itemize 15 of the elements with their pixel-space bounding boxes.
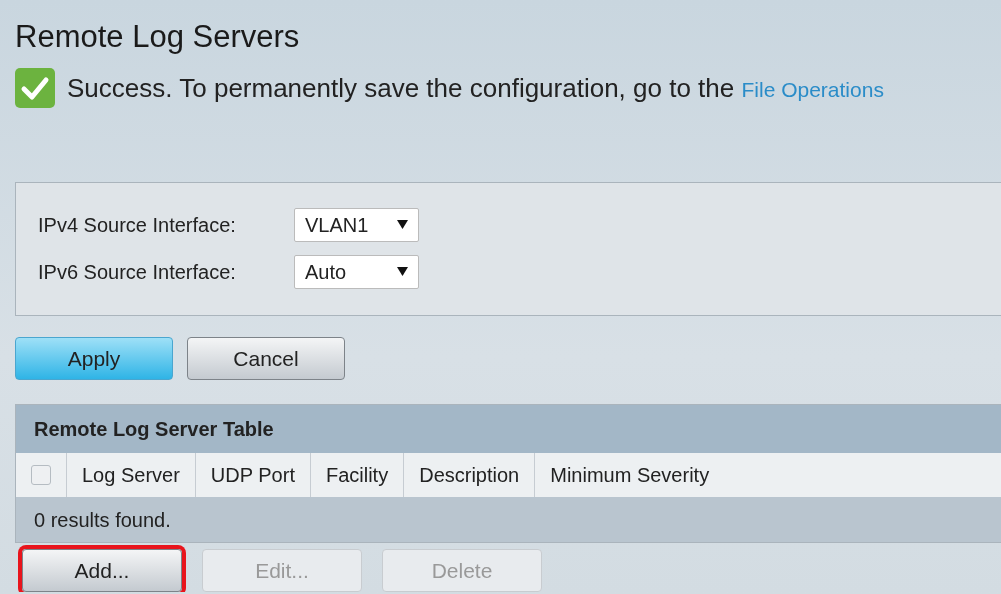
field-label: IPv4 Source Interface: xyxy=(38,212,237,238)
field-label: IPv6 Source Interface: xyxy=(38,259,237,285)
page-title: Remote Log Servers xyxy=(15,18,301,56)
cancel-button[interactable]: Cancel xyxy=(187,337,345,380)
apply-button[interactable]: Apply xyxy=(15,337,173,380)
checkbox[interactable] xyxy=(31,465,51,485)
table-title: Remote Log Server Table xyxy=(16,405,1001,453)
caret-icon xyxy=(397,220,408,229)
dropdown[interactable]: Auto xyxy=(294,254,419,289)
success-message: Success. To permanently save the configuration, go to the File Operations xyxy=(67,71,884,105)
check-icon xyxy=(15,68,55,108)
caret-icon xyxy=(397,267,408,276)
dropdown[interactable]: VLAN1 xyxy=(294,207,419,242)
results-status: 0 results found. xyxy=(16,497,1001,542)
column-header: Minimum Severity xyxy=(549,463,711,488)
